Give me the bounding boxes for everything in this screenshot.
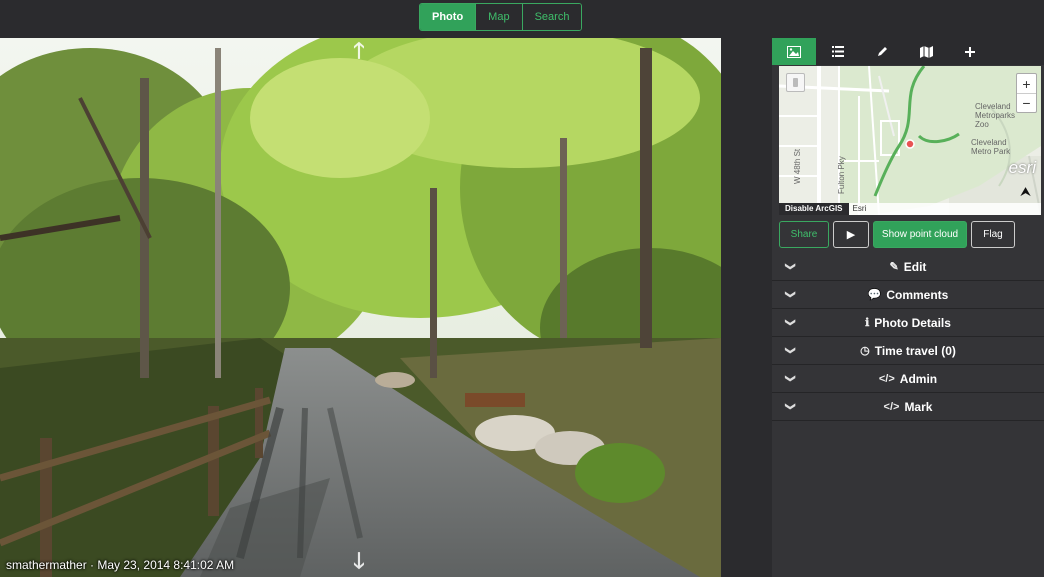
section-label: Time travel (0) — [874, 343, 956, 358]
section-time-travel[interactable]: ❯ ◷ Time travel (0) — [772, 337, 1044, 365]
photo-date: May 23, 2014 8:41:02 AM — [97, 558, 235, 572]
chevron-down-icon: ❯ — [784, 290, 796, 299]
show-point-cloud-button[interactable]: Show point cloud — [873, 221, 967, 248]
tab-map[interactable]: Map — [475, 4, 522, 30]
code-icon: </> — [883, 400, 900, 413]
comments-icon: 💬 — [867, 289, 882, 301]
chevron-down-icon: ❯ — [784, 374, 796, 383]
chevron-down-icon: ❯ — [784, 346, 796, 355]
pencil-icon: ✎ — [889, 261, 899, 273]
esri-logo: esri — [1008, 158, 1036, 177]
chevron-down-icon: ❯ — [784, 262, 796, 271]
disable-arcgis-button[interactable]: Disable ArcGIS — [779, 203, 849, 215]
tab-edit[interactable] — [860, 38, 904, 65]
section-admin[interactable]: ❯ </> Admin — [772, 365, 1044, 393]
tab-map-panel[interactable] — [904, 38, 948, 65]
tab-photo[interactable]: Photo — [420, 4, 476, 30]
minimap[interactable]: + − Cleveland Metroparks Zoo Cleveland M… — [779, 66, 1041, 215]
arrow-down-icon[interactable]: 🡓 — [347, 548, 371, 575]
section-photo-details[interactable]: ❯ ℹ Photo Details — [772, 309, 1044, 337]
app-root: Photo Map Search 🡑 🡓 smathermather · May… — [0, 0, 1044, 577]
sidebar-panel: + − Cleveland Metroparks Zoo Cleveland M… — [772, 38, 1044, 577]
zoom-control: + − — [1016, 73, 1037, 113]
tab-photo-panel[interactable] — [772, 38, 816, 65]
zoom-in-button[interactable]: + — [1017, 74, 1036, 93]
map-label-metro-park: Cleveland Metro Park — [971, 138, 1011, 156]
share-button[interactable]: Share — [779, 221, 829, 248]
section-label: Admin — [899, 371, 938, 386]
photo-viewer[interactable]: 🡑 🡓 smathermather · May 23, 2014 8:41:02… — [0, 38, 721, 577]
section-comments[interactable]: ❯ 💬 Comments — [772, 281, 1044, 309]
info-icon: ℹ — [865, 317, 870, 329]
section-label: Comments — [886, 287, 949, 302]
photo-author-link[interactable]: smathermather — [6, 558, 87, 572]
tab-list[interactable] — [816, 38, 860, 65]
map-label-zoo: Cleveland Metroparks Zoo — [975, 102, 1016, 129]
panel-tabs — [772, 38, 1044, 65]
image-icon — [787, 45, 801, 58]
chevron-down-icon: ❯ — [784, 402, 796, 411]
photo-caption: smathermather · May 23, 2014 8:41:02 AM — [6, 558, 234, 572]
clock-icon: ◷ — [860, 345, 870, 357]
mode-toggle: Photo Map Search — [419, 3, 583, 31]
plus-icon — [965, 46, 975, 57]
detail-accordion: ❯ ✎ Edit ❯ 💬 Comments ❯ ℹ Photo Details … — [772, 253, 1044, 421]
section-label: Photo Details — [874, 315, 951, 330]
section-label: Edit — [903, 259, 927, 274]
flag-button[interactable]: Flag — [971, 221, 1015, 248]
caption-separator: · — [86, 558, 98, 572]
play-button[interactable]: ▶ — [833, 221, 869, 248]
tab-search[interactable]: Search — [521, 4, 582, 30]
north-arrow-icon: ⮝ — [1019, 184, 1031, 199]
map-attribution: Esri — [848, 203, 1041, 215]
tab-add[interactable] — [948, 38, 992, 65]
chevron-down-icon: ❯ — [784, 318, 796, 327]
section-edit[interactable]: ❯ ✎ Edit — [772, 253, 1044, 281]
action-buttons: Share ▶ Show point cloud Flag — [779, 221, 1015, 248]
section-label: Mark — [904, 399, 933, 414]
zoom-out-button[interactable]: − — [1017, 93, 1036, 112]
list-icon — [832, 46, 844, 57]
code-icon: </> — [878, 372, 895, 385]
map-drag-handle[interactable] — [786, 73, 805, 92]
section-mark[interactable]: ❯ </> Mark — [772, 393, 1044, 421]
street-photo — [0, 38, 721, 577]
map-label-fulton: Fulton Pky — [837, 156, 846, 194]
arrow-up-icon[interactable]: 🡑 — [347, 38, 371, 65]
map-icon — [919, 45, 933, 58]
map-label-48th: W 48th St — [793, 148, 802, 184]
pencil-icon — [877, 47, 887, 56]
map-footer: Disable ArcGIS Esri — [779, 203, 1041, 215]
